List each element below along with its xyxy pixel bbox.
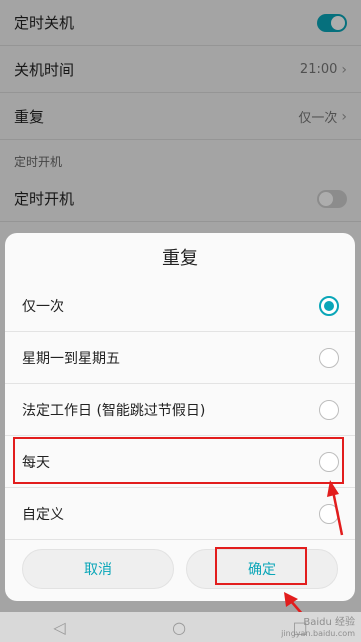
option-label: 仅一次 bbox=[22, 299, 64, 315]
option-weekdays[interactable]: 星期一到星期五 bbox=[5, 333, 355, 384]
radio-button[interactable] bbox=[319, 400, 339, 420]
dialog-title: 重复 bbox=[162, 248, 198, 269]
back-icon[interactable]: ◁ bbox=[53, 618, 65, 637]
radio-button[interactable] bbox=[319, 504, 339, 524]
annotation-box-confirm bbox=[215, 547, 307, 585]
home-icon[interactable]: ○ bbox=[172, 618, 186, 637]
watermark-sub: jingyan.baidu.com bbox=[281, 629, 355, 638]
watermark-main: Baidu 经验 bbox=[303, 617, 355, 628]
radio-button[interactable] bbox=[319, 348, 339, 368]
annotation-box-everyday bbox=[13, 437, 344, 484]
option-custom[interactable]: 自定义 bbox=[5, 489, 355, 540]
option-once[interactable]: 仅一次 bbox=[5, 281, 355, 332]
watermark: Baidu 经验 jingyan.baidu.com bbox=[281, 617, 355, 639]
radio-button-checked[interactable] bbox=[319, 296, 339, 316]
cancel-button[interactable]: 取消 bbox=[22, 549, 174, 589]
option-label: 自定义 bbox=[22, 507, 64, 523]
option-label: 星期一到星期五 bbox=[22, 351, 120, 367]
repeat-dialog: 重复 仅一次 星期一到星期五 法定工作日 (智能跳过节假日) 每天 自定义 取消… bbox=[5, 233, 355, 601]
option-workdays[interactable]: 法定工作日 (智能跳过节假日) bbox=[5, 385, 355, 436]
option-label: 法定工作日 (智能跳过节假日) bbox=[22, 403, 206, 419]
